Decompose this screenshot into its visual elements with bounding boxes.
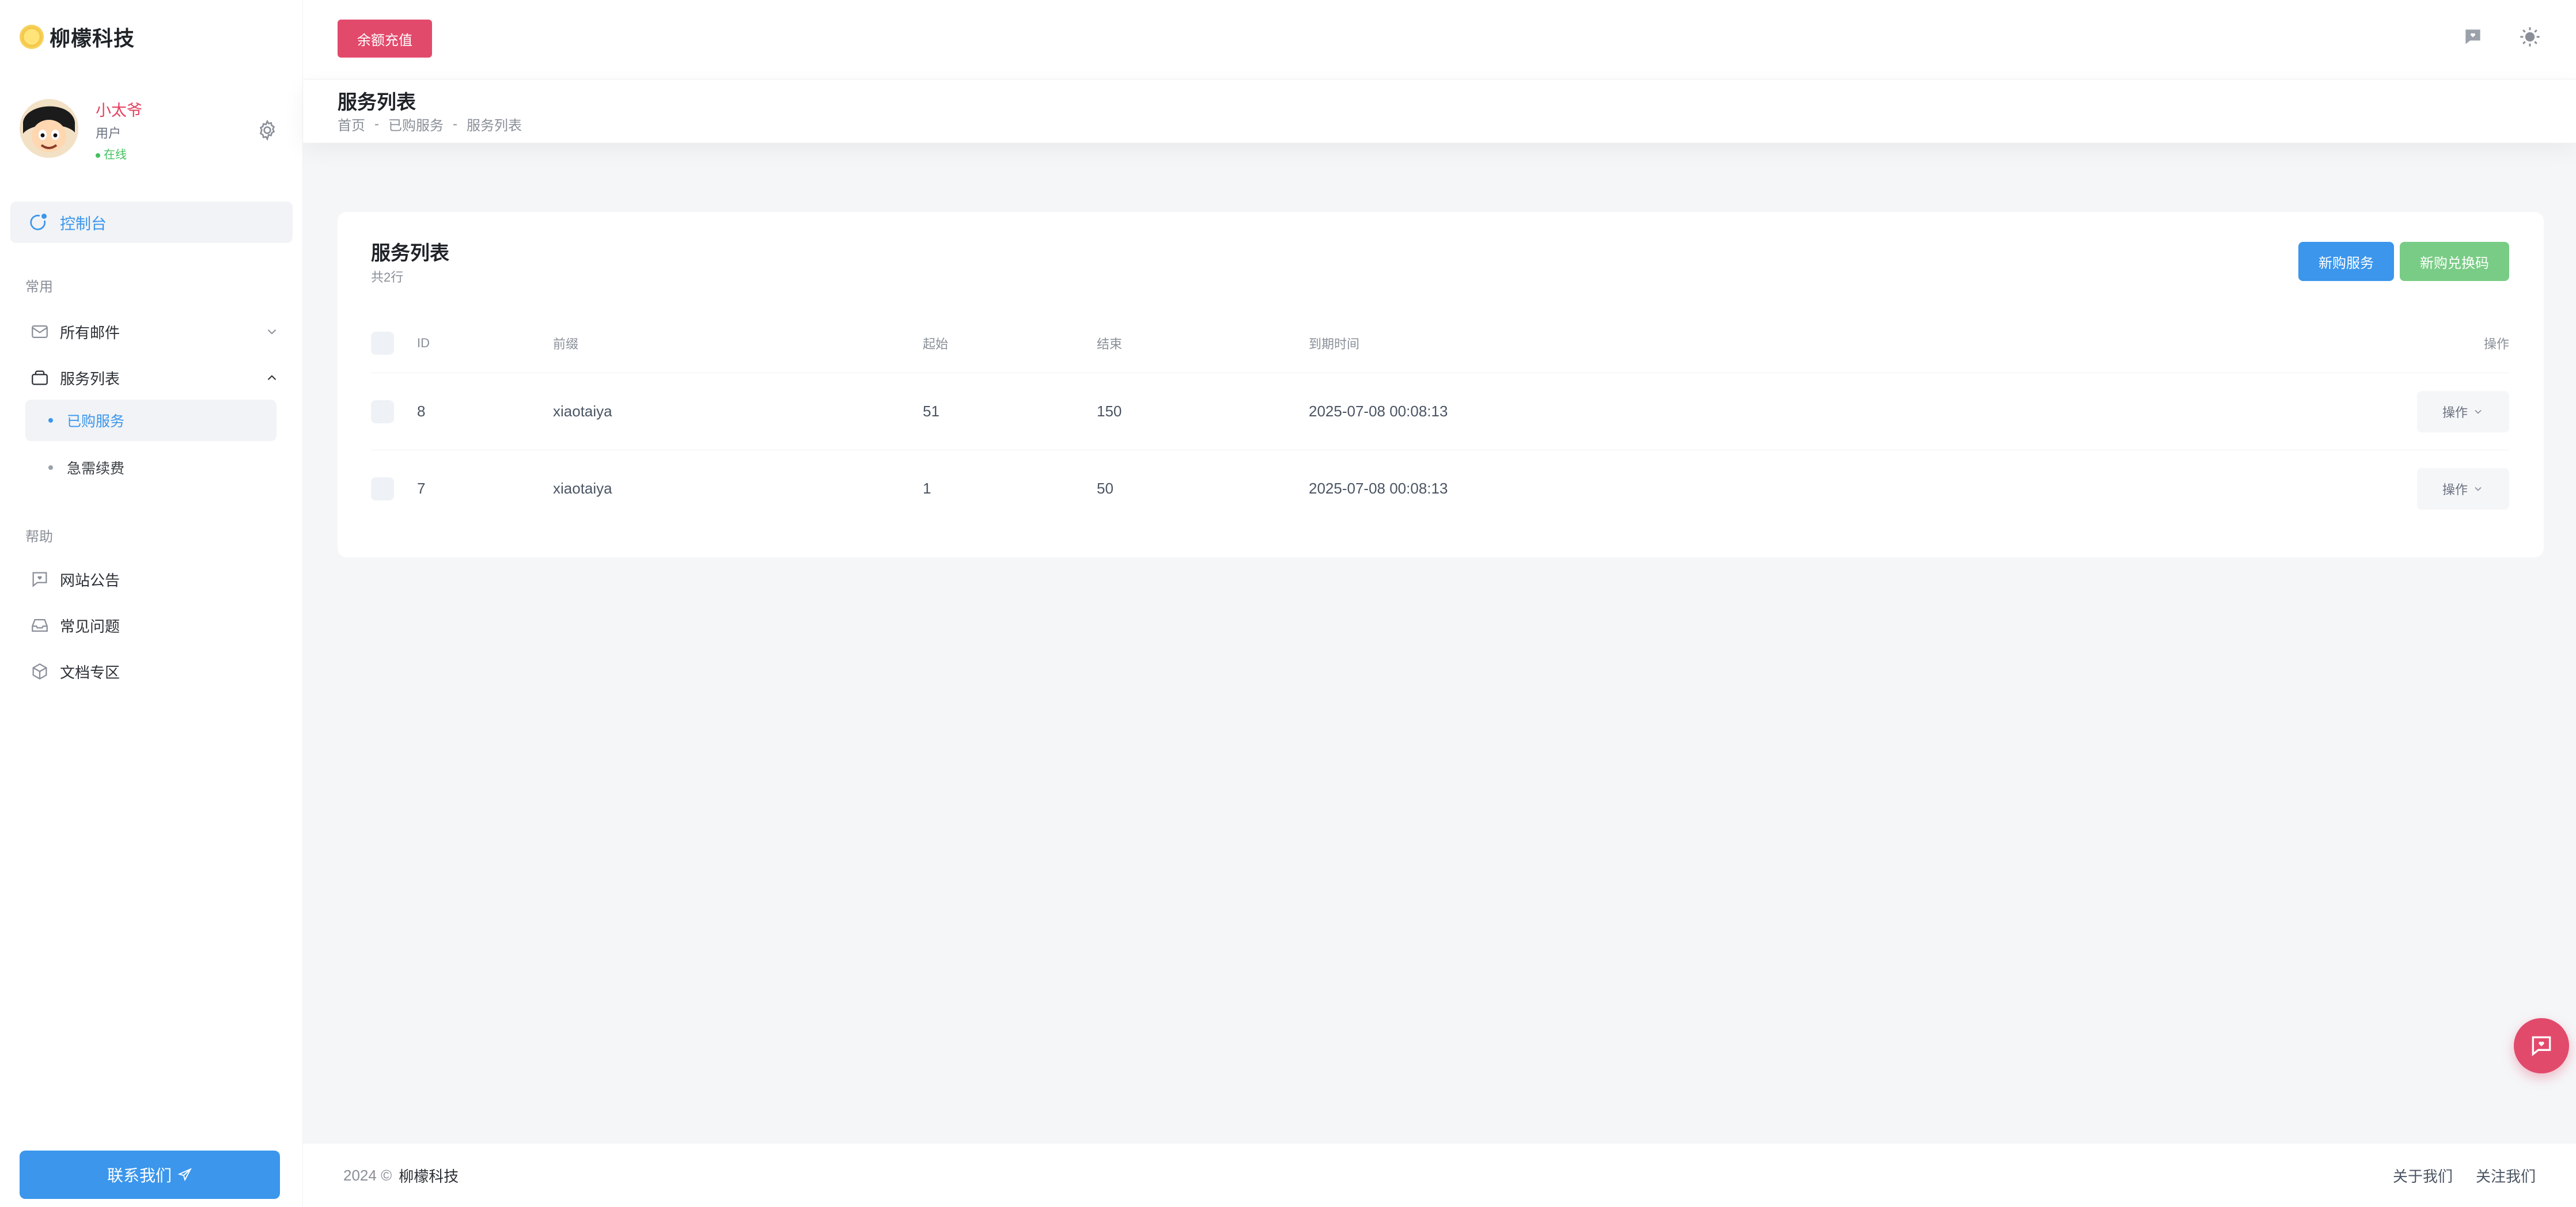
nav-faq[interactable]: 常见问题	[30, 609, 279, 642]
brand[interactable]: 柳檬科技	[20, 22, 135, 52]
cell-end: 50	[1097, 480, 1113, 497]
online-dot-icon	[96, 153, 100, 158]
table-header: ID 前缀 起始 结束 到期时间 操作	[371, 327, 2509, 359]
send-icon	[177, 1168, 192, 1182]
sub-renew-label: 急需续费	[67, 461, 125, 477]
chevron-down-icon	[2475, 487, 2482, 491]
cell-prefix: xiaotaiya	[553, 403, 612, 420]
cell-end: 150	[1097, 403, 1122, 420]
header-id: ID	[417, 336, 430, 350]
cell-expire: 2025-07-08 00:08:13	[1309, 480, 1448, 497]
chevron-up-icon[interactable]	[264, 370, 279, 385]
breadcrumb: 首页 - 已购服务 - 服务列表	[338, 114, 522, 134]
nav-dashboard[interactable]: 控制台	[10, 202, 293, 243]
sub-urgent-renewal[interactable]: 急需续费	[25, 447, 276, 488]
breadcrumb-service-list: 服务列表	[467, 118, 522, 134]
user-status: 在线	[96, 145, 127, 162]
bullet-icon	[48, 465, 53, 470]
user-name: 小太爷	[96, 102, 142, 119]
section-common-title: 常用	[25, 279, 53, 295]
nav-dashboard-label: 控制台	[60, 215, 107, 233]
row-actions-dropdown[interactable]: 操作	[2417, 390, 2509, 432]
user-status-text: 在线	[104, 149, 127, 161]
header-expire: 到期时间	[1309, 337, 1360, 351]
table-row: 7 xiaotaiya 1 50 2025-07-08 00:08:13 操作	[371, 450, 2509, 527]
footer-copyright: 2024 ©	[343, 1166, 392, 1184]
nav-docs[interactable]: 文档专区	[30, 655, 279, 688]
floating-message-button[interactable]	[2514, 1018, 2569, 1073]
inbox-icon	[32, 618, 48, 632]
message-heart-icon	[32, 572, 47, 587]
cell-expire: 2025-07-08 00:08:13	[1309, 403, 1448, 420]
dashboard-icon	[30, 214, 47, 230]
row-checkbox[interactable]	[371, 400, 394, 423]
page-title: 服务列表	[338, 92, 416, 113]
row-checkbox[interactable]	[371, 477, 394, 500]
header-start: 起始	[923, 337, 949, 351]
breadcrumb-separator: -	[453, 116, 457, 132]
footer-brand[interactable]: 柳檬科技	[399, 1165, 459, 1186]
sidebar: 柳檬科技 小太爷 用户 在线 控制台 常用 所有邮件 服务列表 已购服务 急需续…	[0, 0, 303, 1207]
header-prefix: 前缀	[553, 337, 579, 351]
nav-service-list-label: 服务列表	[60, 370, 120, 388]
nav-announcement-label: 网站公告	[60, 571, 120, 589]
nav-announcement[interactable]: 网站公告	[30, 563, 279, 595]
briefcase-icon	[32, 370, 48, 385]
footer-about-link[interactable]: 关于我们	[2393, 1165, 2453, 1186]
user-role: 用户	[96, 126, 122, 141]
breadcrumb-separator: -	[374, 116, 379, 132]
cube-icon	[32, 663, 47, 680]
footer: 2024 © 柳檬科技 关于我们 关注我们	[303, 1144, 2576, 1207]
footer-links: 关于我们 关注我们	[2393, 1165, 2536, 1186]
contact-us-label: 联系我们	[107, 1167, 172, 1185]
page-header: 服务列表 首页 - 已购服务 - 服务列表	[303, 79, 2576, 143]
service-list-card: 服务列表 共2行 新购服务 新购兑换码 ID 前缀 起始 结束 到期时间 操作 …	[338, 212, 2544, 557]
cell-start: 51	[923, 403, 940, 420]
nav-service-list[interactable]: 服务列表	[30, 362, 279, 394]
chevron-down-icon[interactable]	[264, 324, 279, 339]
nav-faq-label: 常见问题	[60, 617, 120, 635]
gear-icon[interactable]	[256, 119, 279, 142]
avatar-image-icon	[20, 99, 78, 158]
cell-start: 1	[923, 480, 931, 497]
recharge-button[interactable]: 余额充值	[338, 20, 432, 58]
sub-purchased-label: 已购服务	[67, 413, 125, 430]
footer-follow-link[interactable]: 关注我们	[2476, 1165, 2536, 1186]
new-redeem-code-button[interactable]: 新购兑换码	[2400, 242, 2509, 281]
message-heart-icon[interactable]	[2462, 26, 2484, 48]
card-subtitle: 共2行	[371, 270, 404, 284]
nav-docs-label: 文档专区	[60, 663, 120, 681]
sun-icon[interactable]	[2518, 25, 2541, 48]
brand-name: 柳檬科技	[50, 26, 135, 50]
section-help-title: 帮助	[25, 529, 53, 545]
sub-purchased-services[interactable]: 已购服务	[25, 400, 276, 441]
cell-prefix: xiaotaiya	[553, 480, 612, 497]
row-actions-label: 操作	[2442, 482, 2468, 497]
breadcrumb-home[interactable]: 首页	[338, 114, 365, 134]
message-heart-icon	[2532, 1036, 2551, 1057]
avatar[interactable]	[20, 99, 78, 158]
chevron-down-icon	[2475, 409, 2482, 414]
lemon-logo-icon	[20, 25, 44, 49]
cell-id: 8	[417, 403, 426, 420]
nav-all-mail-label: 所有邮件	[60, 324, 120, 341]
bullet-icon	[48, 418, 53, 423]
contact-us-button[interactable]: 联系我们	[20, 1151, 280, 1199]
top-bar: 余额充值	[303, 0, 2576, 79]
table-row: 8 xiaotaiya 51 150 2025-07-08 00:08:13 操…	[371, 373, 2509, 450]
header-end: 结束	[1097, 337, 1123, 351]
mail-icon	[32, 325, 48, 339]
new-service-button[interactable]: 新购服务	[2298, 242, 2394, 281]
row-actions-label: 操作	[2442, 405, 2468, 420]
user-profile: 小太爷 用户 在线	[20, 98, 279, 161]
top-icons	[2462, 25, 2541, 48]
card-title: 服务列表	[371, 242, 449, 264]
nav-all-mail[interactable]: 所有邮件	[30, 316, 279, 348]
breadcrumb-purchased[interactable]: 已购服务	[388, 114, 444, 134]
row-actions-dropdown[interactable]: 操作	[2417, 468, 2509, 510]
cell-id: 7	[417, 480, 426, 497]
header-op: 操作	[2483, 337, 2509, 351]
select-all-checkbox[interactable]	[371, 332, 394, 355]
